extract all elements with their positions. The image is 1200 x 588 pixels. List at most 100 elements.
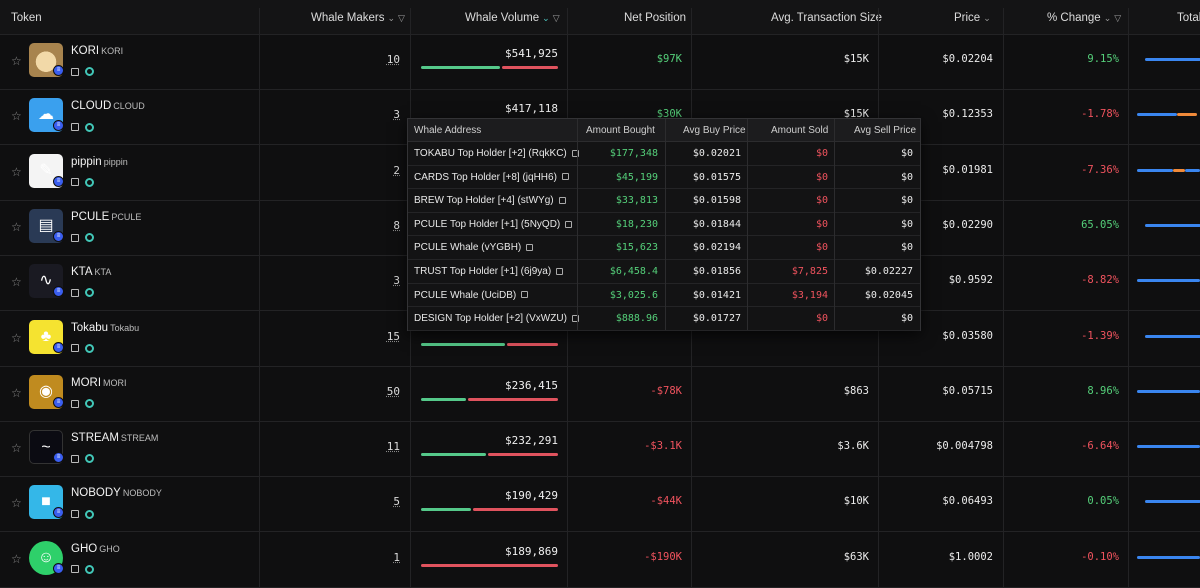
- favorite-star-icon[interactable]: ☆: [11, 110, 23, 122]
- table-row[interactable]: ☆ ≡ KORI KORI 10 $541,925 $97K $15K $0.02…: [0, 35, 1200, 90]
- copy-icon[interactable]: [71, 344, 79, 353]
- whale-volume-value[interactable]: $189,869: [420, 545, 558, 558]
- column-header-pct-change[interactable]: % Change ⌄ ▽: [1047, 0, 1121, 35]
- whale-volume-value[interactable]: $232,291: [420, 434, 558, 447]
- table-row[interactable]: ☆ ■ ≡ NOBODY NOBODY 5 $190,429 -$44K $10K…: [0, 477, 1200, 533]
- filter-icon[interactable]: ▽: [553, 13, 560, 23]
- copy-icon[interactable]: [556, 267, 564, 275]
- token-name[interactable]: MORI MORI: [71, 377, 127, 389]
- column-header-net-position[interactable]: Net Position: [624, 0, 686, 35]
- whale-address[interactable]: BREW Top Holder [+4] (stWYg): [414, 189, 566, 212]
- copy-icon[interactable]: [71, 67, 79, 76]
- whale-volume-value[interactable]: $541,925: [420, 47, 558, 60]
- copy-icon[interactable]: [71, 233, 79, 242]
- explorer-icon[interactable]: [85, 564, 94, 574]
- copy-icon[interactable]: [71, 399, 79, 408]
- filter-icon[interactable]: ▽: [398, 13, 405, 23]
- column-header-price[interactable]: Price ⌄: [954, 0, 991, 35]
- favorite-star-icon[interactable]: ☆: [11, 332, 23, 344]
- token-name[interactable]: pippin pippin: [71, 156, 128, 168]
- token-name[interactable]: CLOUD CLOUD: [71, 100, 145, 112]
- popup-header-address: Whale Address: [414, 125, 482, 136]
- whale-makers-count[interactable]: 10: [380, 53, 400, 66]
- popup-row[interactable]: BREW Top Holder [+4] (stWYg) $33,813 $0.…: [408, 189, 920, 213]
- copy-icon[interactable]: [521, 291, 529, 299]
- copy-icon[interactable]: [526, 244, 534, 252]
- popup-row[interactable]: DESIGN Top Holder [+2] (VxWZU) $888.96 $…: [408, 307, 920, 331]
- copy-icon[interactable]: [71, 510, 79, 519]
- whale-makers-count[interactable]: 1: [380, 551, 400, 564]
- copy-icon[interactable]: [565, 220, 573, 228]
- explorer-icon[interactable]: [85, 177, 94, 187]
- sort-chevron-icon[interactable]: ⌄: [542, 13, 550, 23]
- column-header-whale-volume[interactable]: Whale Volume ⌄ ▽: [465, 0, 560, 35]
- whale-makers-count[interactable]: 3: [380, 108, 400, 121]
- explorer-icon[interactable]: [85, 122, 94, 132]
- column-header-whale-makers[interactable]: Whale Makers ⌄ ▽: [311, 0, 405, 35]
- filter-icon[interactable]: ▽: [1114, 13, 1121, 23]
- whale-makers-count[interactable]: 50: [380, 385, 400, 398]
- explorer-icon[interactable]: [85, 454, 94, 464]
- column-header-token[interactable]: Token: [11, 0, 42, 35]
- favorite-star-icon[interactable]: ☆: [11, 166, 23, 178]
- whale-address[interactable]: PCULE Top Holder [+1] (5NyQD): [414, 213, 573, 236]
- whale-address[interactable]: TRUST Top Holder [+1] (6j9ya): [414, 260, 564, 283]
- favorite-star-icon[interactable]: ☆: [11, 442, 23, 454]
- favorite-star-icon[interactable]: ☆: [11, 497, 23, 509]
- copy-icon[interactable]: [71, 178, 79, 187]
- explorer-icon[interactable]: [85, 509, 94, 519]
- whale-address[interactable]: PCULE Whale (UciDB): [414, 284, 529, 307]
- table-row[interactable]: ☆ ☺ ≡ GHO GHO 1 $189,869 -$190K $63K $1.0…: [0, 532, 1200, 588]
- table-row[interactable]: ☆ ~ ≡ STREAM STREAM 11 $232,291 -$3.1K $3…: [0, 422, 1200, 478]
- token-name[interactable]: GHO GHO: [71, 543, 120, 555]
- favorite-star-icon[interactable]: ☆: [11, 55, 23, 67]
- popup-row[interactable]: TOKABU Top Holder [+2] (RqkKC) $177,348 …: [408, 142, 920, 166]
- explorer-icon[interactable]: [85, 343, 94, 353]
- favorite-star-icon[interactable]: ☆: [11, 387, 23, 399]
- token-name[interactable]: Tokabu Tokabu: [71, 322, 139, 334]
- copy-icon[interactable]: [71, 288, 79, 297]
- whale-address[interactable]: TOKABU Top Holder [+2] (RqkKC): [414, 142, 579, 165]
- copy-icon[interactable]: [71, 565, 79, 574]
- whale-address[interactable]: PCULE Whale (vYGBH): [414, 236, 534, 259]
- token-name[interactable]: KORI KORI: [71, 45, 123, 57]
- popup-row[interactable]: PCULE Whale (vYGBH) $15,623 $0.02194 $0 …: [408, 236, 920, 260]
- explorer-icon[interactable]: [85, 399, 94, 409]
- token-name[interactable]: KTA KTA: [71, 266, 111, 278]
- whale-makers-count[interactable]: 15: [380, 330, 400, 343]
- popup-row[interactable]: PCULE Whale (UciDB) $3,025.6 $0.01421 $3…: [408, 284, 920, 308]
- popup-row[interactable]: TRUST Top Holder [+1] (6j9ya) $6,458.4 $…: [408, 260, 920, 284]
- explorer-icon[interactable]: [85, 67, 94, 77]
- token-name[interactable]: STREAM STREAM: [71, 432, 158, 444]
- copy-icon[interactable]: [71, 454, 79, 463]
- favorite-star-icon[interactable]: ☆: [11, 221, 23, 233]
- copy-icon[interactable]: [558, 197, 566, 205]
- whale-volume-value[interactable]: $417,118: [420, 102, 558, 115]
- sort-chevron-icon[interactable]: ⌄: [983, 13, 991, 23]
- whale-makers-count[interactable]: 5: [380, 495, 400, 508]
- whale-address[interactable]: DESIGN Top Holder [+2] (VxWZU): [414, 307, 579, 330]
- whale-makers-count[interactable]: 3: [380, 274, 400, 287]
- popup-row[interactable]: CARDS Top Holder [+8] (jqHH6) $45,199 $0…: [408, 166, 920, 190]
- column-header-avg-tx-size[interactable]: Avg. Transaction Size: [771, 0, 882, 35]
- copy-icon[interactable]: [561, 173, 569, 181]
- explorer-icon[interactable]: [85, 233, 94, 243]
- token-name[interactable]: NOBODY NOBODY: [71, 487, 162, 499]
- favorite-star-icon[interactable]: ☆: [11, 276, 23, 288]
- table-row[interactable]: ☆ ◉ ≡ MORI MORI 50 $236,415 -$78K $863 $0…: [0, 366, 1200, 422]
- whale-makers-count[interactable]: 11: [380, 440, 400, 453]
- amount-sold: $0: [815, 242, 828, 254]
- sort-chevron-icon[interactable]: ⌄: [1104, 13, 1112, 23]
- explorer-icon[interactable]: [85, 288, 94, 298]
- favorite-star-icon[interactable]: ☆: [11, 553, 23, 565]
- popup-row[interactable]: PCULE Top Holder [+1] (5NyQD) $18,230 $0…: [408, 213, 920, 237]
- whale-volume-value[interactable]: $190,429: [420, 489, 558, 502]
- sort-chevron-icon[interactable]: ⌄: [388, 13, 396, 23]
- whale-address[interactable]: CARDS Top Holder [+8] (jqHH6): [414, 166, 569, 189]
- whale-makers-count[interactable]: 2: [380, 164, 400, 177]
- token-name[interactable]: PCULE PCULE: [71, 211, 141, 223]
- whale-volume-value[interactable]: $236,415: [420, 379, 558, 392]
- column-header-total[interactable]: Total: [1177, 0, 1200, 35]
- copy-icon[interactable]: [71, 123, 79, 132]
- whale-makers-count[interactable]: 8: [380, 219, 400, 232]
